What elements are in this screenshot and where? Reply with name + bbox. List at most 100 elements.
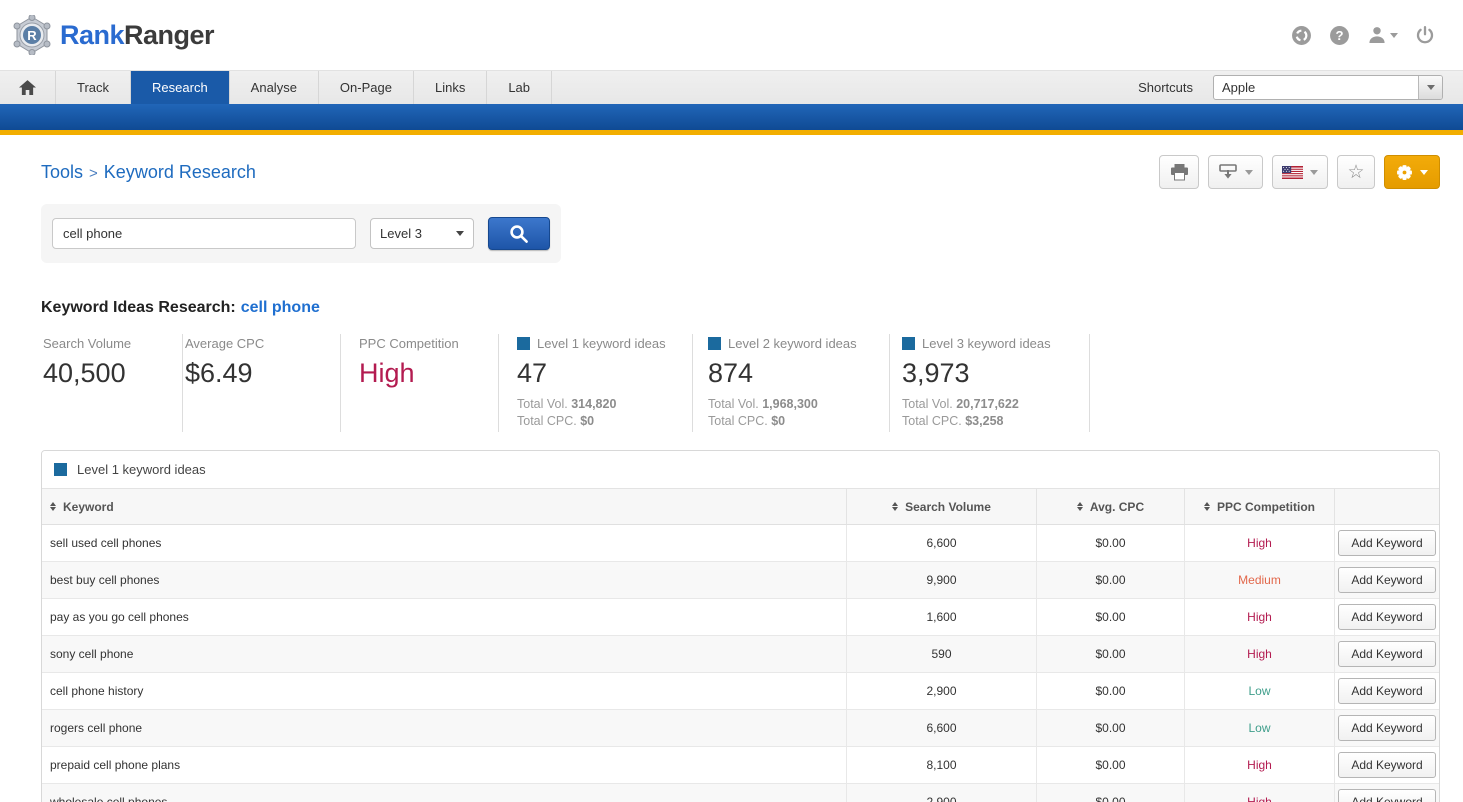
- keyword-cell: sell used cell phones: [42, 525, 847, 561]
- sort-icon: [892, 502, 899, 511]
- add-keyword-button[interactable]: Add Keyword: [1338, 567, 1435, 593]
- user-menu-icon[interactable]: [1367, 25, 1398, 45]
- add-keyword-button[interactable]: Add Keyword: [1338, 641, 1435, 667]
- shortcuts-link[interactable]: Shortcuts: [1138, 80, 1193, 95]
- breadcrumb-page[interactable]: Keyword Research: [104, 162, 256, 182]
- table-row: prepaid cell phone plans 8,100 $0.00 Hig…: [42, 747, 1439, 784]
- logo-badge-icon: R: [12, 15, 52, 55]
- gold-accent-line: [0, 130, 1463, 135]
- column-header-ppc-competition[interactable]: PPC Competition: [1185, 489, 1335, 524]
- us-flag-icon: [1282, 166, 1303, 179]
- breadcrumb: Tools>Keyword Research: [41, 162, 256, 183]
- campaign-select-value: Apple: [1214, 80, 1255, 95]
- stat-totals: Total Vol. 20,717,622 Total CPC. $3,258: [902, 396, 1069, 430]
- stat-label-row: PPC Competition: [359, 336, 478, 351]
- stat-label: Level 1 keyword ideas: [537, 336, 666, 351]
- nav-tab-analyse[interactable]: Analyse: [230, 71, 319, 104]
- total-cpc-line: Total CPC. $0: [517, 413, 672, 430]
- sort-icon: [1204, 502, 1211, 511]
- nav-tab-links[interactable]: Links: [414, 71, 487, 104]
- svg-text:?: ?: [1335, 28, 1343, 43]
- add-keyword-button[interactable]: Add Keyword: [1338, 789, 1435, 802]
- stat-label-row: Level 1 keyword ideas: [517, 336, 672, 351]
- level-select[interactable]: Level 3: [370, 218, 474, 249]
- stat-value: 3,973: [902, 358, 1069, 389]
- nav-tab-on-page[interactable]: On-Page: [319, 71, 414, 104]
- total-cpc-line: Total CPC. $3,258: [902, 413, 1069, 430]
- add-keyword-button[interactable]: Add Keyword: [1338, 715, 1435, 741]
- rankranger-logo[interactable]: R RankRanger: [12, 15, 214, 55]
- stat-label-row: Level 2 keyword ideas: [708, 336, 869, 351]
- keyword-cell: best buy cell phones: [42, 562, 847, 598]
- table-row: sell used cell phones 6,600 $0.00 High A…: [42, 525, 1439, 562]
- campaign-select[interactable]: Apple: [1213, 75, 1443, 100]
- favorite-button[interactable]: ☆: [1337, 155, 1375, 189]
- search-volume-cell: 590: [847, 636, 1037, 672]
- stat-ppc-competition: PPC Competition High: [341, 334, 499, 432]
- user-menu-caret-icon: [1390, 33, 1398, 38]
- total-volume-line: Total Vol. 314,820: [517, 396, 672, 413]
- stat-label: Level 3 keyword ideas: [922, 336, 1051, 351]
- add-keyword-button[interactable]: Add Keyword: [1338, 752, 1435, 778]
- power-icon[interactable]: [1415, 25, 1435, 45]
- column-header-search-volume[interactable]: Search Volume: [847, 489, 1037, 524]
- column-header-keyword[interactable]: Keyword: [42, 489, 847, 524]
- nav-tab-track[interactable]: Track: [56, 71, 131, 104]
- avg-cpc-cell: $0.00: [1037, 710, 1185, 746]
- locale-button[interactable]: [1272, 155, 1328, 189]
- sort-icon: [50, 502, 57, 511]
- stat-value: $6.49: [185, 358, 320, 389]
- help-icon[interactable]: ?: [1329, 25, 1350, 46]
- add-keyword-button[interactable]: Add Keyword: [1338, 530, 1435, 556]
- keyword-cell: cell phone history: [42, 673, 847, 709]
- search-icon: [508, 223, 530, 245]
- chevron-down-icon: [1427, 85, 1435, 90]
- content: Tools>Keyword Research: [0, 155, 1463, 802]
- total-volume-line: Total Vol. 1,968,300: [708, 396, 869, 413]
- ppc-competition-cell: Low: [1185, 673, 1335, 709]
- stat-level-1-keyword-ideas: Level 1 keyword ideas 47 Total Vol. 314,…: [499, 334, 693, 432]
- nav-tab-lab[interactable]: Lab: [487, 71, 552, 104]
- ppc-competition-cell: Medium: [1185, 562, 1335, 598]
- stat-label: Average CPC: [185, 336, 264, 351]
- settings-button[interactable]: [1384, 155, 1440, 189]
- search-button[interactable]: [488, 217, 550, 250]
- nav-tab-research[interactable]: Research: [131, 71, 230, 104]
- main-nav: TrackResearchAnalyseOn-PageLinksLab Shor…: [0, 70, 1463, 104]
- stat-level-3-keyword-ideas: Level 3 keyword ideas 3,973 Total Vol. 2…: [890, 334, 1090, 432]
- report-toolbar: ☆: [1159, 155, 1440, 189]
- ppc-competition-cell: High: [1185, 784, 1335, 802]
- keyword-cell: wholesale cell phones: [42, 784, 847, 802]
- nav-tab-home[interactable]: [0, 71, 56, 104]
- table-row: rogers cell phone 6,600 $0.00 Low Add Ke…: [42, 710, 1439, 747]
- add-keyword-button[interactable]: Add Keyword: [1338, 678, 1435, 704]
- stat-totals: Total Vol. 1,968,300 Total CPC. $0: [708, 396, 869, 430]
- table-row: wholesale cell phones 2,900 $0.00 High A…: [42, 784, 1439, 802]
- sync-icon[interactable]: [1291, 25, 1312, 46]
- keyword-input[interactable]: [52, 218, 356, 249]
- keyword-cell: pay as you go cell phones: [42, 599, 847, 635]
- export-button[interactable]: [1208, 155, 1263, 189]
- add-keyword-button[interactable]: Add Keyword: [1338, 604, 1435, 630]
- total-volume-line: Total Vol. 20,717,622: [902, 396, 1069, 413]
- table-row: pay as you go cell phones 1,600 $0.00 Hi…: [42, 599, 1439, 636]
- level-select-caret-icon: [456, 231, 464, 236]
- keyword-cell: sony cell phone: [42, 636, 847, 672]
- print-button[interactable]: [1159, 155, 1199, 189]
- campaign-select-arrow[interactable]: [1418, 76, 1442, 99]
- stat-label: PPC Competition: [359, 336, 459, 351]
- header-icons: ?: [1291, 25, 1435, 46]
- top-header: R RankRanger ?: [0, 0, 1463, 70]
- home-icon: [19, 80, 36, 95]
- report-title: Keyword Ideas Research:cell phone: [41, 299, 1440, 317]
- stats-row: Search Volume 40,500 Average CPC $6.49 P…: [41, 334, 1440, 432]
- export-icon: [1218, 164, 1238, 180]
- avg-cpc-cell: $0.00: [1037, 562, 1185, 598]
- locale-caret-icon: [1310, 170, 1318, 175]
- stat-value: 874: [708, 358, 869, 389]
- level-bullet-icon: [54, 463, 67, 476]
- stat-value: 47: [517, 358, 672, 389]
- avg-cpc-cell: $0.00: [1037, 599, 1185, 635]
- column-header-avg-cpc[interactable]: Avg. CPC: [1037, 489, 1185, 524]
- breadcrumb-tools[interactable]: Tools: [41, 162, 83, 182]
